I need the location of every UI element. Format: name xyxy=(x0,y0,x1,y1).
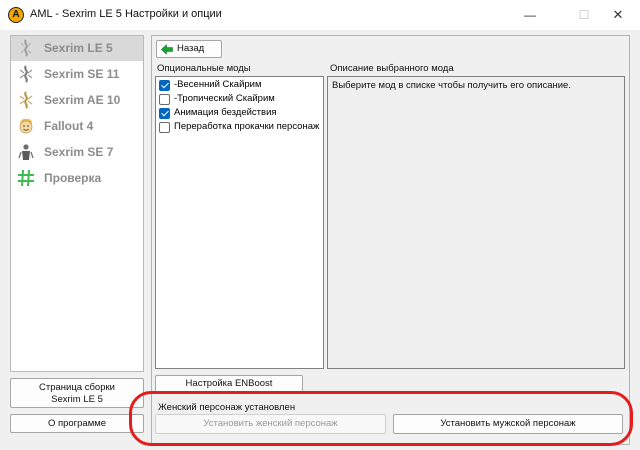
close-button[interactable]: ✕ xyxy=(596,0,640,30)
mod-checkbox[interactable] xyxy=(159,108,170,119)
install-female-character-button[interactable]: Установить женский персонаж xyxy=(155,414,386,434)
game-label: Sexrim SE 11 xyxy=(44,67,120,81)
skyrim-emblem-icon xyxy=(20,39,32,57)
game-label: Sexrim SE 7 xyxy=(44,145,114,159)
character-status: Женский персонаж установлен xyxy=(158,402,296,413)
about-button[interactable]: О программе xyxy=(10,414,144,433)
game-label: Проверка xyxy=(44,171,102,185)
game-item-proverka[interactable]: Проверка xyxy=(11,166,143,191)
mod-checkbox[interactable] xyxy=(159,122,170,133)
build-page-name: Sexrim LE 5 xyxy=(51,394,103,405)
game-item-sexrim-se-11[interactable]: Sexrim SE 11 xyxy=(11,62,143,87)
game-list: Sexrim LE 5 Sexrim SE 11 Sexrim AE 10 Fa… xyxy=(10,35,144,372)
build-page-button[interactable]: Страница сборки Sexrim LE 5 xyxy=(10,378,144,408)
title-bar: A AML - Sexrim LE 5 Настройки и опции — … xyxy=(0,0,640,30)
back-button[interactable]: Назад xyxy=(156,40,222,58)
game-label: Sexrim LE 5 xyxy=(44,41,113,55)
minimize-button[interactable]: — xyxy=(508,0,552,30)
optional-mods-heading: Опциональные моды xyxy=(157,63,251,74)
game-item-fallout-4[interactable]: Fallout 4 xyxy=(11,114,143,139)
back-arrow-icon xyxy=(161,44,173,55)
enboost-settings-button[interactable]: Настройка ENBoost xyxy=(155,375,303,393)
game-label: Fallout 4 xyxy=(44,119,94,133)
vault-boy-icon xyxy=(19,118,33,134)
description-heading: Описание выбранного мода xyxy=(330,63,454,74)
game-item-sexrim-ae-10[interactable]: Sexrim AE 10 xyxy=(11,88,143,113)
mod-description-box: Выберите мод в списке чтобы получить его… xyxy=(327,76,625,369)
mod-label: Переработка прокачки персонаж xyxy=(174,121,320,132)
mod-checkbox[interactable] xyxy=(159,94,170,105)
back-label: Назад xyxy=(177,43,205,54)
mod-label: -Тропический Скайрим xyxy=(174,93,275,104)
mod-description-text: Выберите мод в списке чтобы получить его… xyxy=(332,80,571,91)
game-item-sexrim-le-5[interactable]: Sexrim LE 5 xyxy=(11,36,143,61)
game-item-sexrim-se-7[interactable]: Sexrim SE 7 xyxy=(11,140,143,165)
mod-checkbox[interactable] xyxy=(159,80,170,91)
skyrim-gold-emblem-icon xyxy=(19,91,33,109)
install-male-character-button[interactable]: Установить мужской персонаж xyxy=(393,414,623,434)
mod-label: -Весенний Скайрим xyxy=(174,79,262,90)
game-label: Sexrim AE 10 xyxy=(44,93,121,107)
mod-label: Анимация бездействия xyxy=(174,107,277,118)
build-page-label: Страница сборки xyxy=(39,382,115,393)
window-title: AML - Sexrim LE 5 Настройки и опции xyxy=(30,8,222,20)
optional-mods-list[interactable]: -Весенний Скайрим -Тропический Скайрим А… xyxy=(155,76,324,369)
hash-icon xyxy=(18,169,34,187)
warrior-icon xyxy=(18,144,34,160)
app-logo-icon: A xyxy=(8,7,24,23)
skyrim-emblem-icon xyxy=(19,65,33,83)
